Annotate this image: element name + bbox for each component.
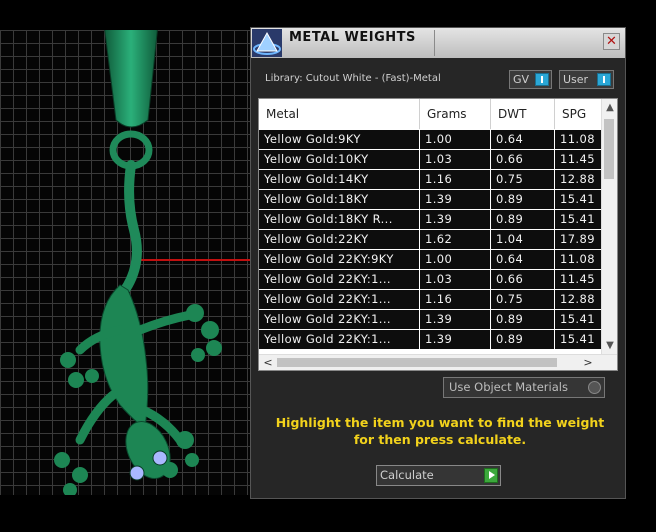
toggle-indicator-icon <box>588 381 601 394</box>
gecko-front-right-leg <box>135 310 195 335</box>
table-row[interactable]: Yellow Gold 22KY:1... 1.39 0.89 15.41 <box>259 329 615 349</box>
calculate-button-label: Calculate <box>380 468 434 482</box>
cell-grams: 1.39 <box>420 310 491 329</box>
app-logo-icon <box>252 29 282 57</box>
cell-dwt: 0.64 <box>491 130 555 149</box>
user-toggle[interactable]: User <box>559 70 614 89</box>
cell-metal: Yellow Gold 22KY:1... <box>259 290 420 309</box>
cell-grams: 1.16 <box>420 290 491 309</box>
cell-grams: 1.62 <box>420 230 491 249</box>
table-body: Yellow Gold:9KY 1.00 0.64 11.08 Yellow Gold… <box>259 129 615 349</box>
title-separator <box>434 30 435 56</box>
cell-dwt: 0.89 <box>491 310 555 329</box>
metal-weights-table: Metal Grams DWT SPG Yellow Gold:9KY 1.00 0… <box>258 98 618 371</box>
cell-metal: Yellow Gold:14KY <box>259 170 420 189</box>
cell-metal: Yellow Gold 22KY:1... <box>259 310 420 329</box>
table-row[interactable]: Yellow Gold:9KY 1.00 0.64 11.08 <box>259 129 615 149</box>
gv-toggle-label: GV <box>513 73 530 86</box>
title-bar[interactable]: METAL WEIGHTS ✕ <box>251 28 625 58</box>
cell-dwt: 0.66 <box>491 270 555 289</box>
library-label: Library: Cutout White - (Fast)-Metal <box>265 73 441 84</box>
calculate-button[interactable]: Calculate <box>376 465 501 486</box>
table-row[interactable]: Yellow Gold 22KY:1... 1.39 0.89 15.41 <box>259 309 615 329</box>
table-row[interactable]: Yellow Gold:14KY 1.16 0.75 12.88 <box>259 169 615 189</box>
column-header-dwt[interactable]: DWT <box>491 99 555 129</box>
table-row[interactable]: Yellow Gold 22KY:1... 1.16 0.75 12.88 <box>259 289 615 309</box>
cell-dwt: 0.89 <box>491 210 555 229</box>
scroll-up-icon[interactable]: ▲ <box>602 101 617 115</box>
cell-metal: Yellow Gold:22KY <box>259 230 420 249</box>
instructions-text: Highlight the item you want to find the … <box>275 415 605 447</box>
cell-dwt: 0.75 <box>491 290 555 309</box>
scroll-down-icon[interactable]: ▼ <box>602 339 617 353</box>
gecko-right-eye <box>152 450 168 466</box>
user-toggle-label: User <box>563 73 589 86</box>
close-button[interactable]: ✕ <box>603 33 620 50</box>
cell-metal: Yellow Gold:18KY <box>259 190 420 209</box>
use-object-materials-label: Use Object Materials <box>449 380 568 394</box>
table-row[interactable]: Yellow Gold:18KY 1.39 0.89 15.41 <box>259 189 615 209</box>
table-row[interactable]: Yellow Gold:10KY 1.03 0.66 11.45 <box>259 149 615 169</box>
cell-metal: Yellow Gold:10KY <box>259 150 420 169</box>
cell-dwt: 0.66 <box>491 150 555 169</box>
horizontal-scroll-thumb[interactable] <box>277 358 557 367</box>
column-header-metal[interactable]: Metal <box>259 99 420 129</box>
cell-grams: 1.03 <box>420 270 491 289</box>
cell-dwt: 0.89 <box>491 330 555 349</box>
gecko-left-eye <box>129 465 145 481</box>
cell-grams: 1.16 <box>420 170 491 189</box>
scroll-right-icon[interactable]: > <box>581 355 595 370</box>
cell-grams: 1.00 <box>420 250 491 269</box>
pendant-bail <box>104 30 158 128</box>
cell-grams: 1.39 <box>420 210 491 229</box>
table-row[interactable]: Yellow Gold:22KY 1.62 1.04 17.89 <box>259 229 615 249</box>
metal-weights-dialog: METAL WEIGHTS ✕ Library: Cutout White - … <box>250 27 626 499</box>
vertical-scroll-thumb[interactable] <box>604 119 614 179</box>
cell-metal: Yellow Gold 22KY:1... <box>259 270 420 289</box>
table-row[interactable]: Yellow Gold:18KY R... 1.39 0.89 15.41 <box>259 209 615 229</box>
cell-metal: Yellow Gold 22KY:9KY <box>259 250 420 269</box>
horizontal-scrollbar[interactable]: < > <box>259 354 617 370</box>
gecko-pendant-model <box>54 30 254 495</box>
cell-grams: 1.00 <box>420 130 491 149</box>
cell-dwt: 0.64 <box>491 250 555 269</box>
gecko-back-left-leg <box>75 390 118 445</box>
cell-dwt: 0.75 <box>491 170 555 189</box>
gv-toggle[interactable]: GV <box>509 70 552 89</box>
play-arrow-icon <box>484 468 498 483</box>
table-header: Metal Grams DWT SPG <box>259 99 615 129</box>
column-header-grams[interactable]: Grams <box>420 99 491 129</box>
toggle-switch-icon <box>535 73 549 86</box>
cell-metal: Yellow Gold:18KY R... <box>259 210 420 229</box>
dialog-title: METAL WEIGHTS <box>289 30 416 45</box>
cell-metal: Yellow Gold 22KY:1... <box>259 330 420 349</box>
cell-metal: Yellow Gold:9KY <box>259 130 420 149</box>
cell-grams: 1.39 <box>420 190 491 209</box>
cell-dwt: 0.89 <box>491 190 555 209</box>
cell-grams: 1.03 <box>420 150 491 169</box>
3d-viewport[interactable] <box>0 30 254 495</box>
vertical-scrollbar[interactable]: ▲ ▼ <box>601 99 617 355</box>
use-object-materials-toggle[interactable]: Use Object Materials <box>443 377 605 398</box>
table-row[interactable]: Yellow Gold 22KY:1... 1.03 0.66 11.45 <box>259 269 615 289</box>
close-icon: ✕ <box>606 34 617 49</box>
cell-dwt: 1.04 <box>491 230 555 249</box>
table-row[interactable]: Yellow Gold 22KY:9KY 1.00 0.64 11.08 <box>259 249 615 269</box>
cell-grams: 1.39 <box>420 330 491 349</box>
toggle-switch-icon <box>597 73 611 86</box>
scroll-left-icon[interactable]: < <box>261 355 275 370</box>
